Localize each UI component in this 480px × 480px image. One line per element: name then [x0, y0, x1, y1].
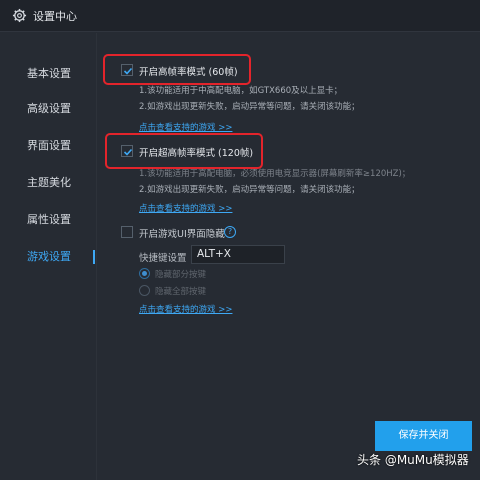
hide-ui-label: 开启游戏UI界面隐藏: [139, 229, 225, 240]
sidebar-item-interface[interactable]: 界面设置: [27, 138, 71, 154]
gear-icon: [12, 8, 27, 23]
sidebar-item-game[interactable]: 游戏设置: [27, 249, 71, 265]
hide-partial-radio[interactable]: [139, 268, 150, 279]
fps60-desc-1: 1.该功能适用于中高配电脑，如GTX660及以上显卡；: [139, 86, 343, 96]
fps60-label: 开启高帧率模式 (60帧): [139, 67, 238, 78]
sidebar-item-advanced[interactable]: 高级设置: [27, 101, 71, 117]
fps120-label: 开启超高帧率模式 (120帧): [139, 148, 254, 159]
settings-window: 设置中心 基本设置 高级设置 界面设置 主题美化 属性设置 游戏设置 开启高帧率…: [0, 0, 480, 480]
hide-partial-label: 隐藏部分按键: [155, 270, 207, 280]
fps60-desc-2: 2.如游戏出现更新失败，启动异常等问题，请关闭该功能；: [139, 102, 360, 112]
active-indicator: [93, 250, 95, 264]
sidebar: 基本设置 高级设置 界面设置 主题美化 属性设置 游戏设置: [0, 33, 96, 480]
hide-ui-checkbox[interactable]: [121, 226, 133, 238]
hide-ui-supported-games-link[interactable]: 点击查看支持的游戏 >>: [139, 303, 232, 315]
sidebar-item-properties[interactable]: 属性设置: [27, 212, 71, 228]
save-and-close-button[interactable]: 保存并关闭: [375, 421, 472, 451]
watermark: 头条 @MuMu模拟器: [357, 453, 469, 467]
fps120-checkbox[interactable]: [121, 145, 133, 157]
sidebar-item-theme[interactable]: 主题美化: [27, 175, 71, 191]
hotkey-label: 快捷键设置: [139, 253, 187, 264]
fps120-desc-2: 2.如游戏出现更新失败，启动异常等问题，请关闭该功能；: [139, 185, 360, 195]
fps60-supported-games-link[interactable]: 点击查看支持的游戏 >>: [139, 121, 232, 133]
hide-all-radio[interactable]: [139, 285, 150, 296]
hotkey-input[interactable]: ALT+X: [191, 245, 285, 264]
fps120-desc-1: 1.该功能适用于高配电脑，必须使用电竞显示器(屏幕刷新率≥120HZ)；: [139, 169, 411, 179]
check-icon: [123, 67, 133, 75]
question-icon[interactable]: ?: [224, 226, 236, 238]
check-icon: [123, 148, 133, 156]
title-bar: 设置中心: [0, 0, 480, 32]
window-title: 设置中心: [33, 10, 77, 23]
fps120-supported-games-link[interactable]: 点击查看支持的游戏 >>: [139, 202, 232, 214]
game-settings-panel: 开启高帧率模式 (60帧) 1.该功能适用于中高配电脑，如GTX660及以上显卡…: [97, 33, 480, 480]
hide-all-label: 隐藏全部按键: [155, 287, 207, 297]
fps60-checkbox[interactable]: [121, 64, 133, 76]
sidebar-item-basic[interactable]: 基本设置: [27, 66, 71, 82]
